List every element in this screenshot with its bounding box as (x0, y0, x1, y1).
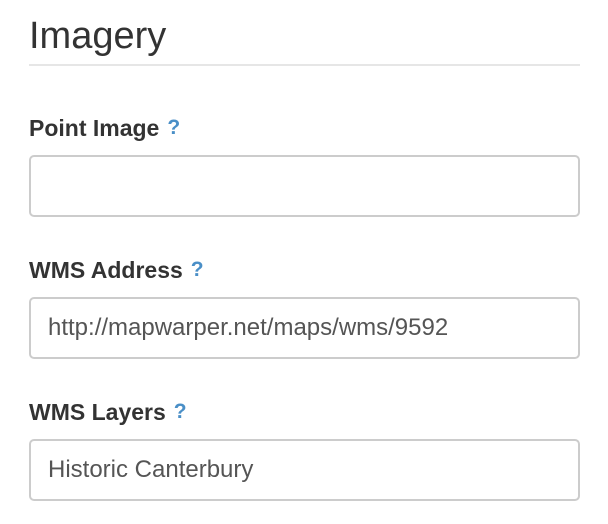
wms-address-input[interactable] (29, 297, 580, 359)
point-image-label-text: Point Image (29, 114, 160, 141)
help-icon[interactable]: ? (167, 116, 180, 140)
section-title: Imagery (29, 15, 167, 57)
wms-layers-label-text: WMS Layers (29, 398, 166, 425)
section-divider (29, 64, 580, 66)
point-image-input[interactable] (29, 155, 580, 217)
point-image-label: Point Image ? (29, 113, 180, 143)
wms-layers-label: WMS Layers ? (29, 397, 187, 427)
wms-address-label: WMS Address ? (29, 255, 204, 285)
help-icon[interactable]: ? (191, 258, 204, 282)
wms-address-label-text: WMS Address (29, 256, 183, 283)
help-icon[interactable]: ? (174, 400, 187, 424)
wms-layers-input[interactable] (29, 439, 580, 501)
